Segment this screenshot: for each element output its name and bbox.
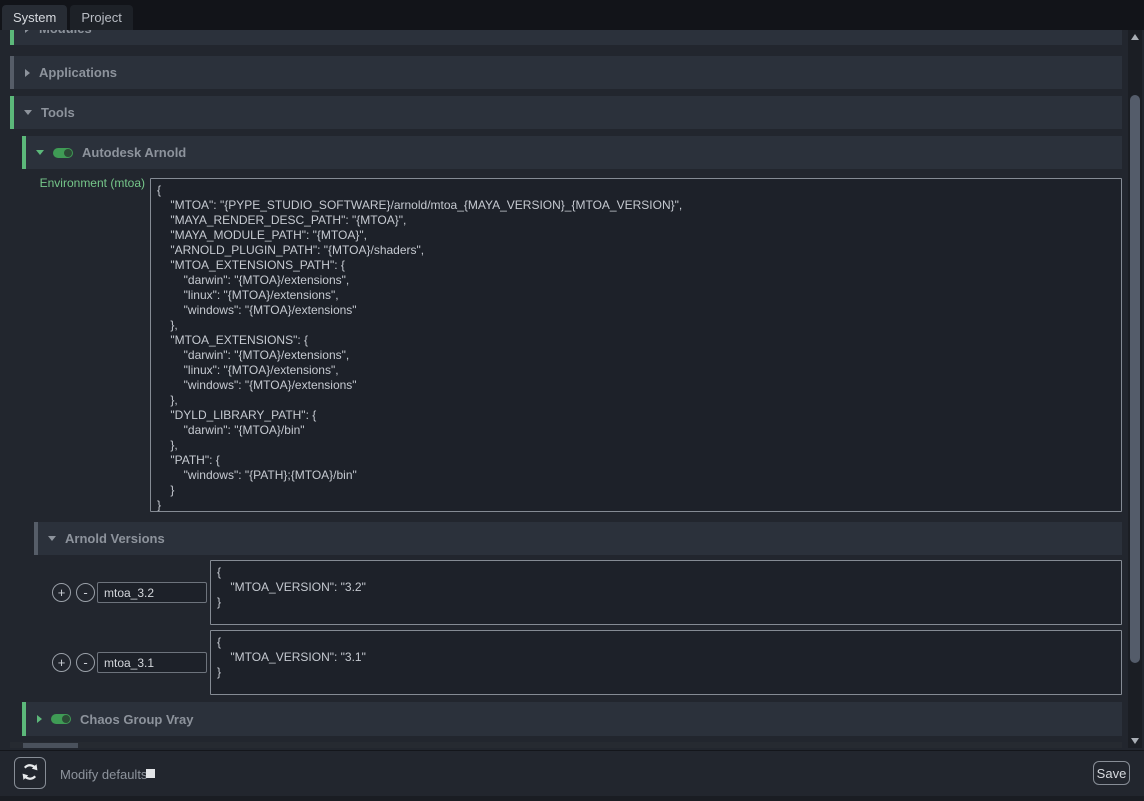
tab-system[interactable]: System bbox=[2, 5, 67, 30]
vray-enabled-toggle[interactable] bbox=[51, 714, 71, 724]
chevron-down-icon bbox=[48, 536, 56, 541]
chevron-right-icon bbox=[37, 715, 42, 723]
section-label-applications: Applications bbox=[39, 65, 117, 80]
horizontal-scrollbar[interactable] bbox=[10, 742, 1122, 748]
version-key-input[interactable] bbox=[97, 652, 207, 673]
modify-defaults-indicator[interactable] bbox=[146, 769, 155, 778]
version-value-textarea[interactable]: { "MTOA_VERSION": "3.1" } bbox=[210, 630, 1122, 695]
chevron-down-icon bbox=[36, 150, 44, 155]
arnold-enabled-toggle[interactable] bbox=[53, 148, 73, 158]
tab-bar: System Project bbox=[0, 0, 1144, 30]
refresh-button[interactable] bbox=[14, 757, 46, 789]
environment-mtoa-textarea[interactable]: { "MTOA": "{PYPE_STUDIO_SOFTWARE}/arnold… bbox=[150, 178, 1122, 512]
remove-version-button[interactable]: - bbox=[76, 583, 95, 602]
scroll-down-icon[interactable] bbox=[1131, 738, 1139, 744]
window-bottom-edge bbox=[0, 796, 1144, 801]
add-version-button[interactable]: + bbox=[52, 583, 71, 602]
section-header-autodesk-arnold[interactable]: Autodesk Arnold bbox=[22, 136, 1122, 169]
settings-window: System Project Modules Applications Tool… bbox=[0, 0, 1144, 801]
section-label-arnold-versions: Arnold Versions bbox=[65, 531, 165, 546]
section-label-chaos-group-vray: Chaos Group Vray bbox=[80, 712, 193, 727]
toggle-knob-icon bbox=[64, 149, 72, 157]
modify-defaults-label: Modify defaults bbox=[60, 767, 147, 782]
section-header-chaos-group-vray[interactable]: Chaos Group Vray bbox=[22, 702, 1122, 736]
remove-version-button[interactable]: - bbox=[76, 653, 95, 672]
environment-mtoa-label: Environment (mtoa) bbox=[22, 176, 145, 190]
chevron-right-icon bbox=[25, 69, 30, 77]
tab-project[interactable]: Project bbox=[70, 5, 132, 30]
version-key-input[interactable] bbox=[97, 582, 207, 603]
section-header-arnold-versions[interactable]: Arnold Versions bbox=[34, 522, 1122, 555]
section-header-modules[interactable]: Modules bbox=[10, 30, 1122, 45]
footer-bar: Modify defaults Save bbox=[0, 750, 1144, 801]
chevron-down-icon bbox=[24, 110, 32, 115]
vertical-scrollbar[interactable] bbox=[1128, 30, 1142, 748]
save-button[interactable]: Save bbox=[1093, 761, 1130, 785]
section-label-tools: Tools bbox=[41, 105, 75, 120]
refresh-icon bbox=[21, 763, 39, 784]
section-header-tools[interactable]: Tools bbox=[10, 96, 1122, 129]
settings-scroll-area: Modules Applications Tools Autodesk Arno… bbox=[0, 30, 1128, 748]
section-label-autodesk-arnold: Autodesk Arnold bbox=[82, 145, 186, 160]
section-header-applications[interactable]: Applications bbox=[10, 56, 1122, 89]
scroll-up-icon[interactable] bbox=[1131, 34, 1139, 40]
version-value-textarea[interactable]: { "MTOA_VERSION": "3.2" } bbox=[210, 560, 1122, 625]
vertical-scrollbar-thumb[interactable] bbox=[1130, 95, 1140, 663]
horizontal-scrollbar-thumb[interactable] bbox=[23, 743, 78, 748]
chevron-right-icon bbox=[25, 30, 30, 33]
add-version-button[interactable]: + bbox=[52, 653, 71, 672]
section-label-modules: Modules bbox=[39, 30, 92, 36]
toggle-knob-icon bbox=[62, 715, 70, 723]
